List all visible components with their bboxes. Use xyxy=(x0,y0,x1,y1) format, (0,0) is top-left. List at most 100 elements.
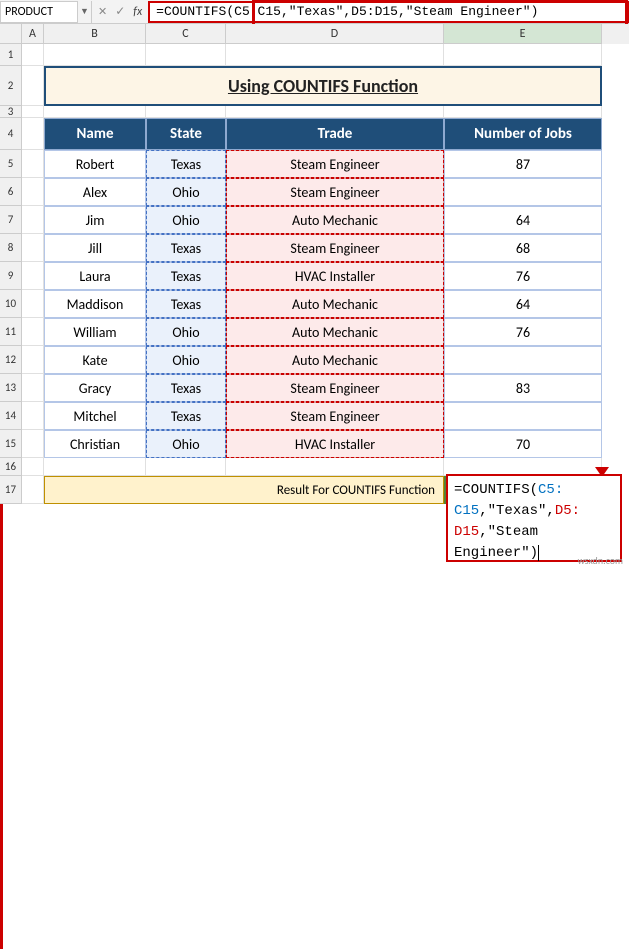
cell-state[interactable]: Texas xyxy=(146,150,226,178)
cell-jobs[interactable]: 68 xyxy=(444,234,602,262)
row-header-8[interactable]: 8 xyxy=(0,234,22,262)
cancel-icon[interactable]: ✕ xyxy=(98,5,107,18)
cell-jobs[interactable]: 76 xyxy=(444,262,602,290)
cell[interactable] xyxy=(22,66,44,106)
row-header-4[interactable]: 4 xyxy=(0,118,22,150)
cell-name[interactable]: Robert xyxy=(44,150,146,178)
cell[interactable] xyxy=(226,44,444,66)
cell-trade[interactable]: Auto Mechanic xyxy=(226,206,444,234)
cell-name[interactable]: Laura xyxy=(44,262,146,290)
header-name[interactable]: Name xyxy=(44,118,146,150)
cell[interactable] xyxy=(22,178,44,206)
cell-trade[interactable]: Auto Mechanic xyxy=(226,318,444,346)
cell-jobs[interactable]: 87 xyxy=(444,150,602,178)
row-header-11[interactable]: 11 xyxy=(0,318,22,346)
cell-name[interactable]: Gracy xyxy=(44,374,146,402)
cell[interactable] xyxy=(22,262,44,290)
cell-state[interactable]: Ohio xyxy=(146,206,226,234)
cell[interactable] xyxy=(22,118,44,150)
cell-state[interactable]: Texas xyxy=(146,290,226,318)
cell[interactable] xyxy=(22,206,44,234)
cell-name[interactable]: Christian xyxy=(44,430,146,458)
cell-jobs[interactable]: 70 xyxy=(444,430,602,458)
title-cell[interactable]: Using COUNTIFS Function xyxy=(44,66,602,106)
row-header-13[interactable]: 13 xyxy=(0,374,22,402)
cell-trade[interactable]: Steam Engineer xyxy=(226,150,444,178)
cell-state[interactable]: Ohio xyxy=(146,430,226,458)
cell[interactable] xyxy=(444,106,602,118)
cell-state[interactable]: Ohio xyxy=(146,346,226,374)
cell-trade[interactable]: HVAC Installer xyxy=(226,430,444,458)
cell[interactable] xyxy=(226,106,444,118)
row-header-5[interactable]: 5 xyxy=(0,150,22,178)
row-header-7[interactable]: 7 xyxy=(0,206,22,234)
cell-trade[interactable]: Steam Engineer xyxy=(226,374,444,402)
cell[interactable] xyxy=(444,44,602,66)
col-header-E[interactable]: E xyxy=(444,24,602,44)
cell[interactable] xyxy=(22,374,44,402)
cell[interactable] xyxy=(22,106,44,118)
cell[interactable] xyxy=(22,290,44,318)
cell-jobs[interactable]: 83 xyxy=(444,374,602,402)
col-header-A[interactable]: A xyxy=(22,24,44,44)
row-header-12[interactable]: 12 xyxy=(0,346,22,374)
cell-name[interactable]: Kate xyxy=(44,346,146,374)
cell[interactable] xyxy=(22,44,44,66)
cell[interactable] xyxy=(146,106,226,118)
cell-jobs[interactable] xyxy=(444,402,602,430)
cell-name[interactable]: Mitchel xyxy=(44,402,146,430)
cell[interactable] xyxy=(22,346,44,374)
cell-jobs[interactable] xyxy=(444,178,602,206)
enter-icon[interactable]: ✓ xyxy=(115,4,125,19)
cell[interactable] xyxy=(22,476,44,504)
row-header-1[interactable]: 1 xyxy=(0,44,22,66)
cell-state[interactable]: Texas xyxy=(146,262,226,290)
cell[interactable] xyxy=(22,430,44,458)
cell-jobs[interactable]: 64 xyxy=(444,290,602,318)
header-jobs[interactable]: Number of Jobs xyxy=(444,118,602,150)
cell-state[interactable]: Texas xyxy=(146,234,226,262)
cell-state[interactable]: Ohio xyxy=(146,178,226,206)
cell-trade[interactable]: HVAC Installer xyxy=(226,262,444,290)
result-label[interactable]: Result For COUNTIFS Function xyxy=(44,476,444,504)
cell[interactable] xyxy=(44,106,146,118)
col-header-D[interactable]: D xyxy=(226,24,444,44)
cell-state[interactable]: Texas xyxy=(146,374,226,402)
cell-state[interactable]: Texas xyxy=(146,402,226,430)
cell-name[interactable]: William xyxy=(44,318,146,346)
cell-jobs[interactable] xyxy=(444,346,602,374)
cell[interactable] xyxy=(22,234,44,262)
name-box-dropdown[interactable]: ▼ xyxy=(78,1,92,23)
cell[interactable] xyxy=(226,458,444,476)
fx-icon[interactable]: fx xyxy=(133,5,142,19)
row-header-3[interactable]: 3 xyxy=(0,106,22,118)
cell[interactable] xyxy=(22,458,44,476)
header-state[interactable]: State xyxy=(146,118,226,150)
row-header-15[interactable]: 15 xyxy=(0,430,22,458)
row-header-9[interactable]: 9 xyxy=(0,262,22,290)
name-box[interactable]: PRODUCT xyxy=(0,1,78,23)
row-header-14[interactable]: 14 xyxy=(0,402,22,430)
header-trade[interactable]: Trade xyxy=(226,118,444,150)
cell-name[interactable]: Alex xyxy=(44,178,146,206)
cell[interactable] xyxy=(22,150,44,178)
cell-trade[interactable]: Steam Engineer xyxy=(226,178,444,206)
col-header-B[interactable]: B xyxy=(44,24,146,44)
cell-trade[interactable]: Auto Mechanic xyxy=(226,346,444,374)
cell-name[interactable]: Jim xyxy=(44,206,146,234)
cell[interactable] xyxy=(44,458,146,476)
col-header-C[interactable]: C xyxy=(146,24,226,44)
cell-state[interactable]: Ohio xyxy=(146,318,226,346)
row-header-10[interactable]: 10 xyxy=(0,290,22,318)
row-header-6[interactable]: 6 xyxy=(0,178,22,206)
cell-trade[interactable]: Steam Engineer xyxy=(226,402,444,430)
cell-trade[interactable]: Auto Mechanic xyxy=(226,290,444,318)
cell[interactable] xyxy=(22,402,44,430)
cell[interactable] xyxy=(22,318,44,346)
row-header-16[interactable]: 16 xyxy=(0,458,22,476)
formula-bar[interactable]: =COUNTIFS(C5:C15,"Texas",D5:D15,"Steam E… xyxy=(148,1,629,23)
cell-jobs[interactable]: 76 xyxy=(444,318,602,346)
cell-trade[interactable]: Steam Engineer xyxy=(226,234,444,262)
select-all-corner[interactable] xyxy=(0,24,22,44)
row-header-17[interactable]: 17 xyxy=(0,476,22,504)
